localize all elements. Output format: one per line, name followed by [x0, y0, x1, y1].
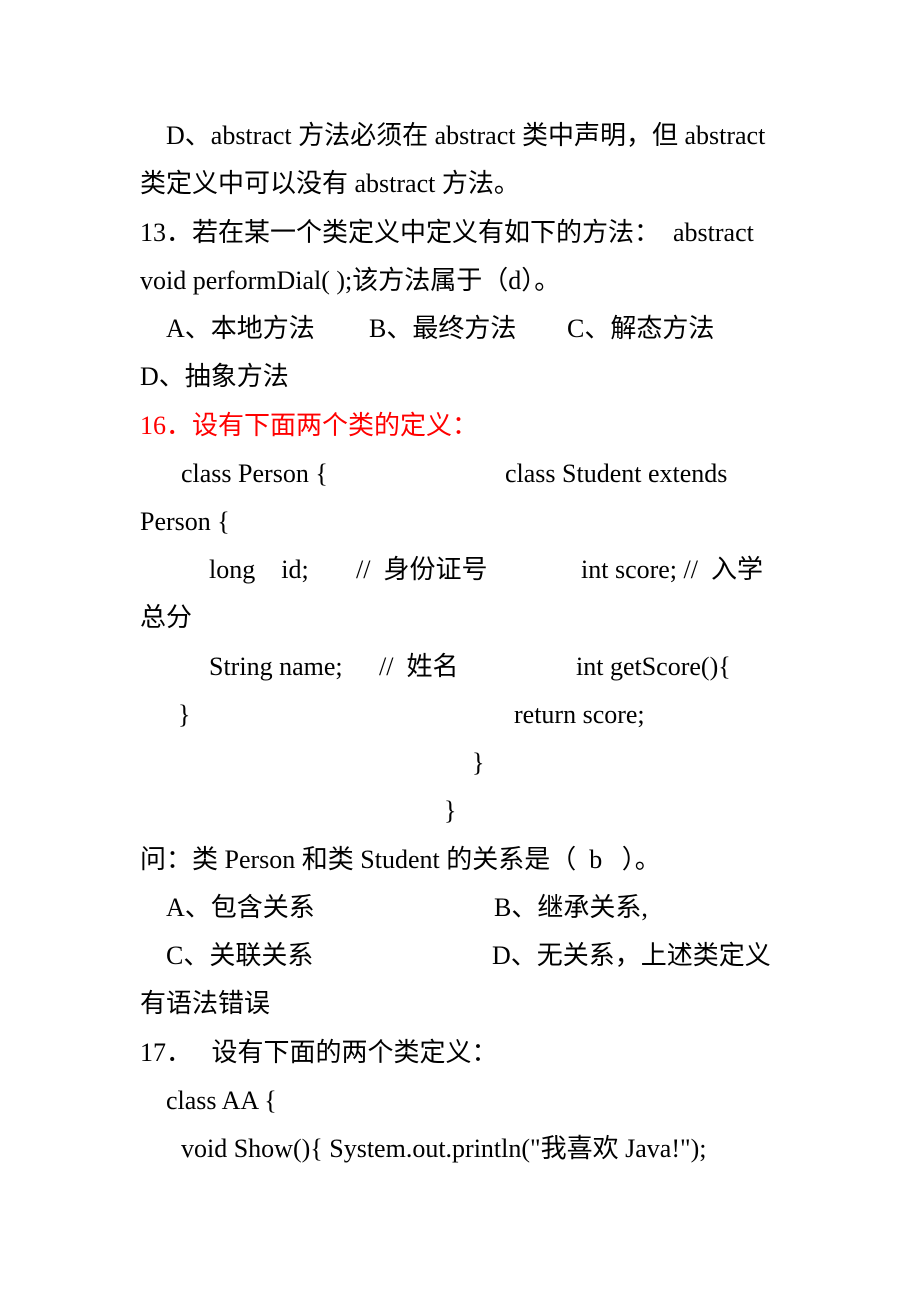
q13-question-line2: void performDial( );该方法属于（d）。	[140, 266, 561, 295]
q13-option-c: C、解态方法	[567, 314, 715, 343]
q16-code-person-close-brace: }	[178, 700, 191, 729]
q16-code-getscore-method: int getScore(){	[576, 652, 731, 681]
q13-option-b: B、最终方法	[369, 314, 517, 343]
q13-question-line1: 13．若在某一个类定义中定义有如下的方法： abstract	[140, 218, 754, 247]
q12-option-d-line1: D、abstract 方法必须在 abstract 类中声明，但 abstrac…	[166, 121, 766, 150]
q16-code-name-field: String name;	[209, 652, 343, 681]
q12-option-d-line2: 类定义中可以没有 abstract 方法。	[140, 169, 520, 198]
q16-code-name-comment: // 姓名	[379, 652, 459, 681]
q16-option-c: C、关联关系	[166, 941, 314, 970]
q16-option-b: B、继承关系,	[494, 893, 648, 922]
q16-code-score-field: int score; // 入学	[581, 555, 763, 584]
q16-code-method-close-brace: }	[472, 748, 485, 777]
q17-code-show-method: void Show(){ System.out.println("我喜欢 Jav…	[181, 1134, 707, 1163]
q16-code-student-class: class Student extends	[505, 459, 728, 488]
q16-code-student-close-brace: }	[444, 796, 457, 825]
q16-code-student-class-cont: Person {	[140, 507, 230, 536]
q16-option-d-cont: 有语法错误	[140, 989, 271, 1018]
q16-heading: 16．设有下面两个类的定义：	[140, 411, 479, 440]
document-page: D、abstract 方法必须在 abstract 类中声明，但 abstrac…	[0, 0, 920, 1302]
q16-code-id-comment: // 身份证号	[356, 555, 488, 584]
q17-heading: 17． 设有下面的两个类定义：	[140, 1038, 498, 1067]
q16-option-a: A、包含关系	[166, 893, 315, 922]
q16-question: 问：类 Person 和类 Student 的关系是（ b ）。	[140, 845, 661, 874]
q16-code-id-field: long id;	[209, 555, 309, 584]
q16-option-d: D、无关系，上述类定义	[492, 941, 771, 970]
q13-option-d: D、抽象方法	[140, 362, 289, 391]
q16-code-score-comment-cont: 总分	[140, 603, 193, 632]
q17-code-class-aa: class AA {	[166, 1086, 277, 1115]
q16-code-return-stmt: return score;	[514, 700, 645, 729]
q13-option-a: A、本地方法	[166, 314, 315, 343]
q16-code-person-class: class Person {	[181, 459, 328, 488]
